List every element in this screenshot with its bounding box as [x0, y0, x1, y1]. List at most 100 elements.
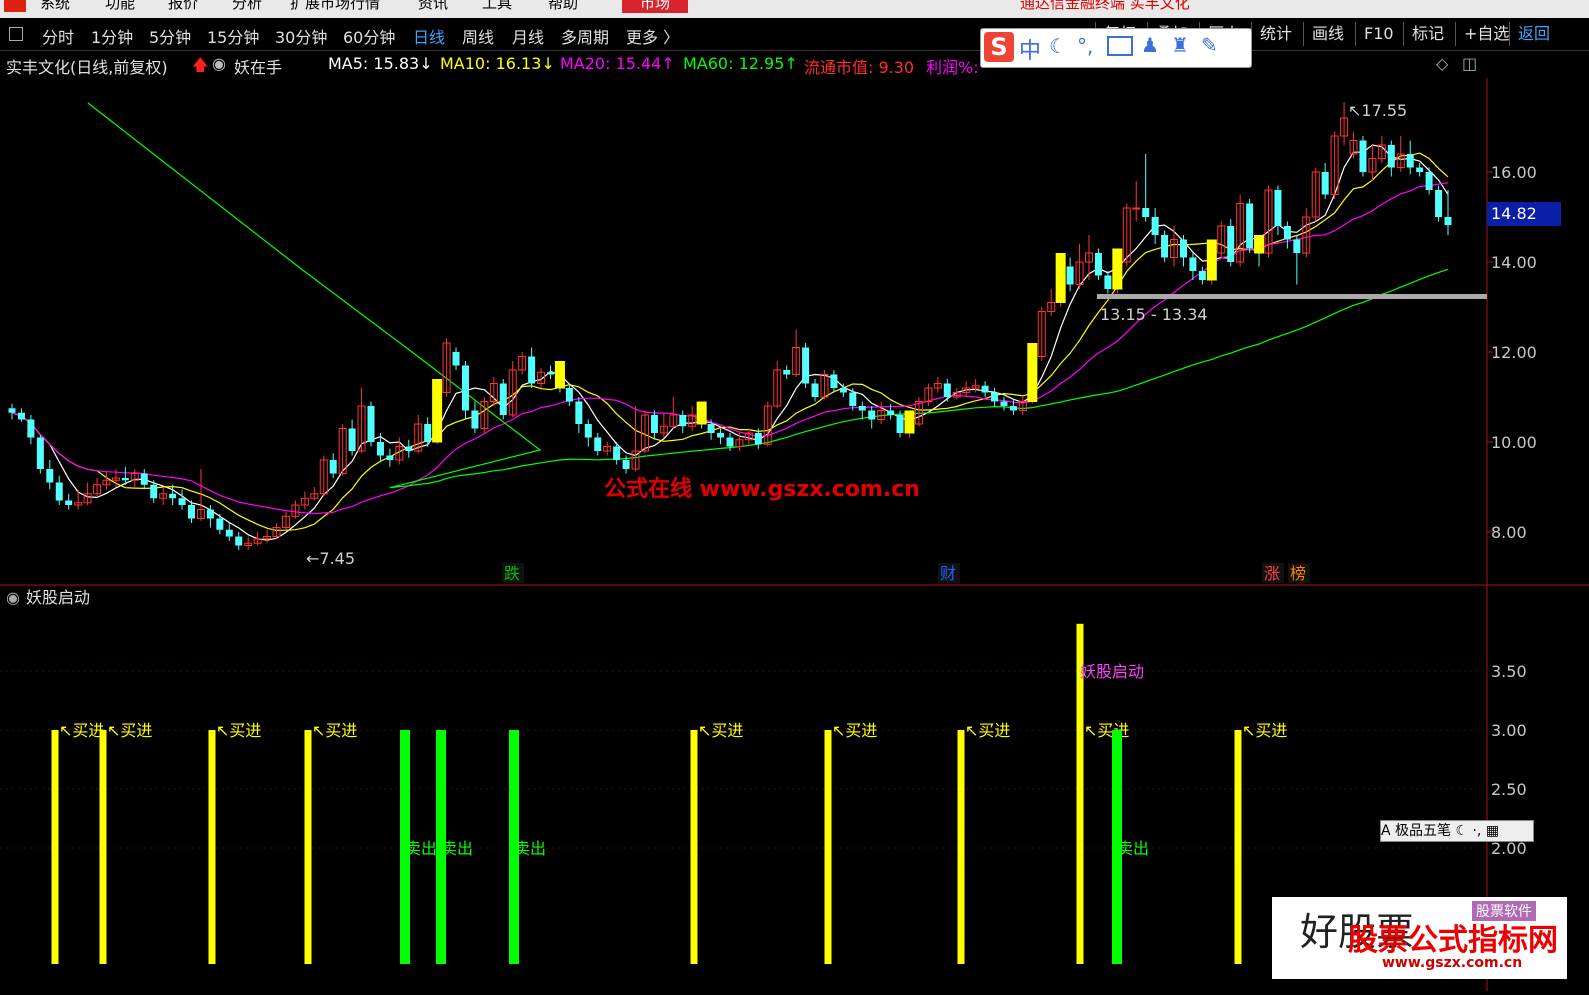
ime2-moon-icon[interactable]: ☾ ·, ▦ — [1455, 823, 1499, 839]
candle-body — [622, 460, 630, 469]
sub-indicator-title: 妖股启动 — [26, 588, 90, 607]
candle-body — [367, 406, 375, 442]
moon-icon[interactable]: ☾ — [1049, 34, 1067, 58]
wubi-ime-bar[interactable]: A 极品五笔 ☾ ·, ▦ — [1380, 820, 1534, 842]
skin-icon[interactable]: ♜ — [1171, 33, 1189, 57]
menu-item-function[interactable]: 功能 — [105, 0, 135, 13]
candle-body — [991, 392, 999, 402]
candle-body — [225, 529, 233, 537]
keyboard-icon[interactable] — [1107, 36, 1133, 56]
indicator-name[interactable]: 妖在手 — [234, 54, 282, 78]
candle-body — [376, 442, 384, 456]
candle-body — [1293, 239, 1301, 253]
tab-weekly[interactable]: 周线 — [462, 24, 494, 48]
back-button[interactable]: 返回 — [1509, 22, 1558, 46]
tab-15min[interactable]: 15分钟 — [207, 24, 259, 48]
candle-body — [839, 388, 847, 393]
candle-body — [1246, 203, 1254, 249]
tab-30min[interactable]: 30分钟 — [275, 24, 327, 48]
signal-bar — [554, 361, 565, 389]
sub-y-tick-label: 3.00 — [1491, 721, 1527, 740]
watermark-url: www.gszx.com.cn — [1382, 955, 1523, 971]
menubar: 系统 功能 报价 分析 扩展市场行情 资讯 工具 帮助 市场 通达信金融终端 实… — [0, 0, 1589, 18]
candle-body — [594, 437, 602, 451]
user-icon[interactable]: ♟ — [1141, 33, 1159, 57]
diamond-icon[interactable]: ◇ — [1436, 54, 1448, 73]
watermark-tag: 股票软件 — [1472, 901, 1536, 921]
candle-body — [1132, 207, 1141, 210]
buy-label: ↖买进 — [1242, 721, 1287, 740]
buy-label: ↖买进 — [832, 721, 877, 740]
tab-monthly[interactable]: 月线 — [512, 24, 544, 48]
draw-button[interactable]: 画线 — [1303, 22, 1352, 46]
candle-body — [1161, 235, 1169, 258]
f10-button[interactable]: F10 — [1355, 22, 1402, 46]
tab-multi-period[interactable]: 多周期 — [561, 24, 609, 48]
menu-item-extended-market[interactable]: 扩展市场行情 — [290, 0, 380, 13]
signal-buy-bar — [208, 730, 216, 964]
menu-item-tools[interactable]: 工具 — [482, 0, 512, 13]
candle-body — [754, 433, 762, 445]
candle-body — [55, 482, 63, 501]
watermark-red: 股票公式指标网 — [1348, 923, 1558, 958]
window-title: 通达信金融终端 实丰文化 — [1020, 0, 1190, 12]
indicator-dropdown-icon[interactable]: ◉ — [212, 54, 226, 73]
menu-item-analysis[interactable]: 分析 — [232, 0, 262, 13]
candle-body — [1066, 266, 1074, 285]
launch-label: 妖股启动 — [1080, 662, 1144, 681]
mark-button[interactable]: 标记 — [1403, 22, 1452, 46]
menu-item-quote[interactable]: 报价 — [168, 0, 198, 13]
punctuation-icon[interactable]: °, — [1077, 34, 1093, 58]
ime-toolbar[interactable]: S 中 ☾ °, ♟ ♜ ✎ — [980, 28, 1252, 68]
candle-body — [707, 424, 715, 433]
candle-body — [1321, 172, 1329, 195]
chart-area[interactable]: 16.00 14.00 12.00 10.00 8.00 3.50 3.00 2.50 2.00… — [0, 78, 1589, 991]
y-tick-label: 12.00 — [1491, 343, 1537, 362]
profit-value: 利润%: — [926, 58, 979, 77]
settings-wrench-icon[interactable]: ✎ — [1201, 33, 1218, 57]
menu-item-system[interactable]: 系统 — [40, 0, 70, 13]
signal-bar — [1254, 235, 1265, 254]
candle-body — [650, 415, 658, 433]
tab-1min[interactable]: 1分钟 — [91, 24, 133, 48]
candle-body — [150, 484, 158, 499]
candle-body — [329, 460, 337, 474]
candle-body — [216, 518, 224, 530]
candle-body — [679, 415, 687, 427]
stats-button[interactable]: 统计 — [1251, 22, 1300, 46]
candle-body — [188, 505, 195, 519]
candle-body — [1425, 172, 1433, 190]
candle-body — [1189, 257, 1197, 271]
signal-bar — [432, 379, 443, 443]
signal-buy-bar — [1234, 730, 1242, 964]
menu-item-help[interactable]: 帮助 — [548, 0, 578, 13]
support-band — [1097, 294, 1487, 299]
kline-chart-svg[interactable]: 16.0014.0012.0010.008.003.503.002.502.00… — [0, 78, 1589, 991]
window-toggle-icon[interactable]: ◫ — [1462, 54, 1477, 73]
candle-body — [1406, 154, 1414, 168]
ma5-value: MA5: 15.83↓ — [328, 54, 433, 73]
ma10-value: MA10: 16.13↓ — [440, 54, 555, 73]
tab-intraday[interactable]: 分时 — [42, 24, 74, 48]
tab-more[interactable]: 更多 〉 — [626, 24, 679, 48]
ime-mode-label[interactable]: 中 — [1019, 33, 1041, 65]
candle-body — [65, 500, 73, 505]
buy-label: ↖买进 — [1084, 721, 1129, 740]
menu-item-market[interactable]: 市场 — [622, 0, 689, 13]
candle-body — [1227, 226, 1235, 262]
signal-buy-bar — [99, 730, 107, 964]
menu-item-news[interactable]: 资讯 — [418, 0, 448, 13]
tab-60min[interactable]: 60分钟 — [343, 24, 395, 48]
panel-toggle-icon[interactable] — [9, 27, 23, 41]
tab-daily[interactable]: 日线 — [413, 24, 445, 48]
buy-label: ↖买进 — [107, 721, 152, 740]
candle-body — [981, 385, 989, 393]
candle-body — [547, 372, 554, 375]
candle-body — [811, 383, 819, 397]
support-range-label: 13.15 - 13.34 — [1100, 305, 1208, 324]
candle-body — [1444, 217, 1452, 226]
candle-body — [613, 446, 621, 460]
tab-5min[interactable]: 5分钟 — [149, 24, 191, 48]
candle-body — [849, 392, 857, 406]
sell-label: 卖出 — [514, 839, 546, 858]
